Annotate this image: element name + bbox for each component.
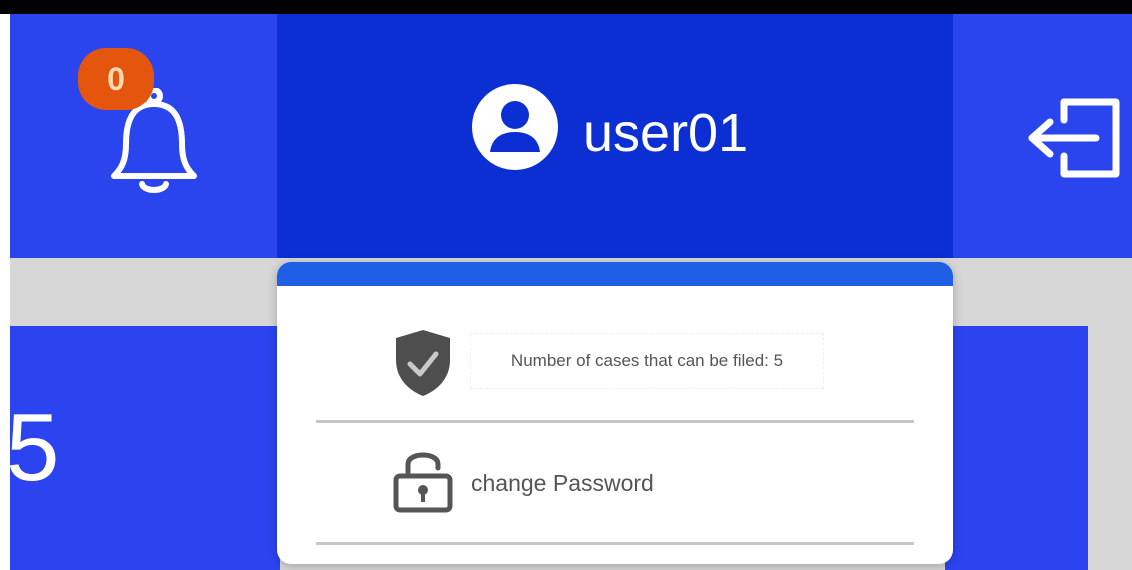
username[interactable]: user01: [583, 106, 748, 160]
menu-divider-bottom: [316, 542, 914, 545]
logout-icon[interactable]: [1028, 92, 1132, 184]
window-top-border: [0, 0, 1132, 14]
dashboard-card-value: 5: [6, 394, 60, 501]
notification-count-badge: 0: [78, 48, 154, 110]
dashboard-card-right[interactable]: [945, 326, 1088, 570]
lock-icon[interactable]: [390, 446, 456, 514]
user-dropdown-menu: [277, 262, 953, 564]
change-password-item[interactable]: change Password: [471, 472, 654, 495]
shield-check-icon: [390, 326, 456, 398]
dropdown-accent-bar: [277, 262, 953, 286]
cases-remaining-item[interactable]: Number of cases that can be filed: 5: [470, 333, 824, 389]
user-avatar-icon[interactable]: [470, 82, 560, 172]
menu-divider: [316, 420, 914, 423]
left-edge: [0, 14, 10, 570]
